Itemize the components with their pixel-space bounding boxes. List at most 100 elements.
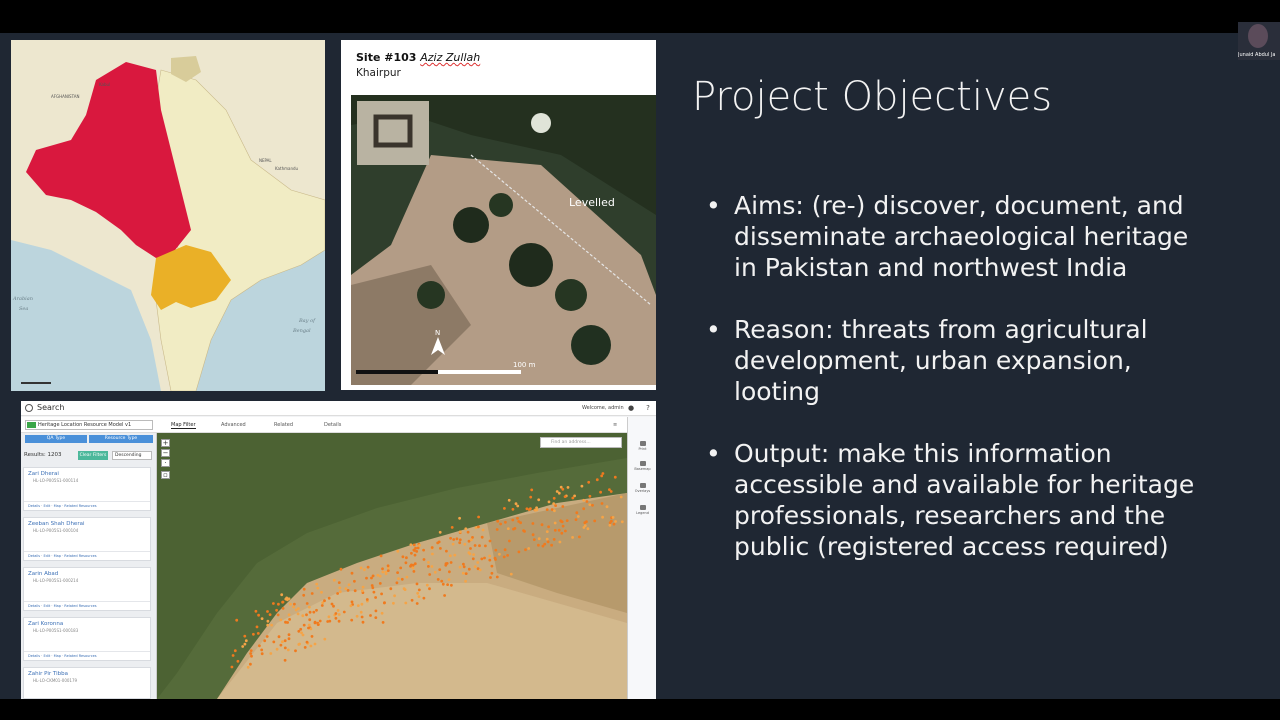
- site-marker[interactable]: [320, 604, 324, 607]
- site-marker[interactable]: [270, 623, 273, 627]
- site-marker[interactable]: [286, 648, 290, 652]
- site-marker[interactable]: [582, 526, 586, 529]
- site-marker[interactable]: [384, 572, 388, 576]
- site-marker[interactable]: [243, 634, 247, 638]
- site-marker[interactable]: [327, 596, 331, 600]
- site-marker[interactable]: [516, 516, 519, 520]
- site-marker[interactable]: [374, 616, 378, 619]
- site-marker[interactable]: [422, 558, 426, 561]
- site-marker[interactable]: [555, 490, 559, 493]
- site-marker[interactable]: [301, 614, 305, 618]
- site-marker[interactable]: [464, 572, 468, 575]
- site-marker[interactable]: [580, 484, 584, 488]
- site-marker[interactable]: [601, 515, 604, 519]
- site-marker[interactable]: [458, 538, 462, 542]
- site-marker[interactable]: [560, 531, 564, 535]
- site-marker[interactable]: [293, 602, 296, 606]
- sort-select[interactable]: Descending: [112, 451, 152, 460]
- site-marker[interactable]: [416, 546, 420, 550]
- site-marker[interactable]: [288, 618, 291, 621]
- site-marker[interactable]: [441, 582, 445, 586]
- site-marker[interactable]: [383, 601, 386, 604]
- site-marker[interactable]: [453, 553, 457, 557]
- site-marker[interactable]: [573, 494, 576, 498]
- site-marker[interactable]: [323, 599, 326, 603]
- address-search-input[interactable]: Find an address...: [540, 437, 622, 448]
- site-marker[interactable]: [412, 570, 416, 573]
- site-marker[interactable]: [277, 635, 281, 639]
- site-marker[interactable]: [458, 516, 461, 520]
- site-marker[interactable]: [535, 506, 538, 510]
- site-marker[interactable]: [450, 583, 453, 587]
- site-marker[interactable]: [600, 502, 604, 505]
- site-marker[interactable]: [344, 587, 348, 591]
- site-marker[interactable]: [243, 642, 247, 646]
- search-icon[interactable]: [25, 404, 33, 412]
- site-marker[interactable]: [396, 549, 400, 553]
- site-marker[interactable]: [530, 488, 534, 492]
- site-marker[interactable]: [360, 602, 364, 606]
- site-marker[interactable]: [332, 604, 335, 608]
- site-marker[interactable]: [586, 527, 590, 531]
- site-marker[interactable]: [233, 649, 237, 653]
- site-marker[interactable]: [389, 587, 393, 591]
- site-marker[interactable]: [256, 632, 260, 635]
- site-marker[interactable]: [494, 558, 497, 561]
- result-name[interactable]: Zarin Abad: [28, 571, 58, 577]
- site-marker[interactable]: [260, 617, 264, 620]
- site-marker[interactable]: [503, 548, 507, 552]
- site-marker[interactable]: [323, 637, 327, 641]
- site-marker[interactable]: [462, 565, 466, 569]
- site-marker[interactable]: [413, 553, 417, 557]
- site-marker[interactable]: [469, 547, 472, 550]
- site-marker[interactable]: [370, 576, 373, 580]
- site-marker[interactable]: [449, 536, 452, 540]
- site-marker[interactable]: [511, 507, 515, 511]
- site-marker[interactable]: [490, 571, 494, 575]
- site-marker[interactable]: [614, 520, 617, 523]
- site-marker[interactable]: [508, 539, 511, 543]
- site-marker[interactable]: [405, 556, 408, 560]
- site-marker[interactable]: [231, 654, 235, 657]
- site-marker[interactable]: [422, 548, 425, 552]
- site-marker[interactable]: [397, 577, 400, 580]
- site-marker[interactable]: [250, 654, 253, 658]
- zoom-out-button[interactable]: −: [161, 449, 170, 457]
- site-marker[interactable]: [366, 565, 370, 569]
- site-marker[interactable]: [587, 480, 591, 484]
- site-marker[interactable]: [582, 498, 586, 502]
- site-marker[interactable]: [613, 475, 617, 479]
- result-card[interactable]: Zahir Pir Tibba HL-LO-CKM01-000179: [23, 667, 151, 699]
- site-marker[interactable]: [363, 568, 366, 572]
- site-marker[interactable]: [353, 589, 357, 593]
- site-marker[interactable]: [316, 586, 320, 590]
- site-marker[interactable]: [379, 554, 383, 558]
- site-marker[interactable]: [591, 503, 594, 507]
- site-marker[interactable]: [374, 596, 377, 599]
- site-marker[interactable]: [564, 529, 567, 533]
- site-marker[interactable]: [477, 525, 480, 529]
- site-marker[interactable]: [400, 577, 404, 581]
- site-marker[interactable]: [369, 614, 372, 617]
- site-marker[interactable]: [601, 472, 605, 475]
- site-marker[interactable]: [305, 602, 309, 605]
- site-marker[interactable]: [578, 535, 581, 539]
- site-marker[interactable]: [467, 551, 471, 555]
- result-actions[interactable]: Details · Edit · Map · Related Resources: [24, 651, 150, 660]
- site-marker[interactable]: [571, 536, 574, 539]
- site-marker[interactable]: [488, 539, 492, 543]
- site-marker[interactable]: [448, 554, 452, 558]
- site-marker[interactable]: [338, 590, 342, 594]
- site-marker[interactable]: [496, 519, 500, 523]
- result-name[interactable]: Zari Koronna: [28, 621, 63, 627]
- site-marker[interactable]: [381, 567, 384, 571]
- site-marker[interactable]: [566, 486, 570, 489]
- site-marker[interactable]: [478, 568, 482, 572]
- site-marker[interactable]: [609, 490, 613, 493]
- site-marker[interactable]: [310, 592, 314, 595]
- site-marker[interactable]: [401, 555, 405, 559]
- site-marker[interactable]: [378, 582, 382, 585]
- site-marker[interactable]: [484, 544, 487, 548]
- result-actions[interactable]: Details · Edit · Map · Related Resources: [24, 551, 150, 560]
- site-marker[interactable]: [283, 658, 287, 662]
